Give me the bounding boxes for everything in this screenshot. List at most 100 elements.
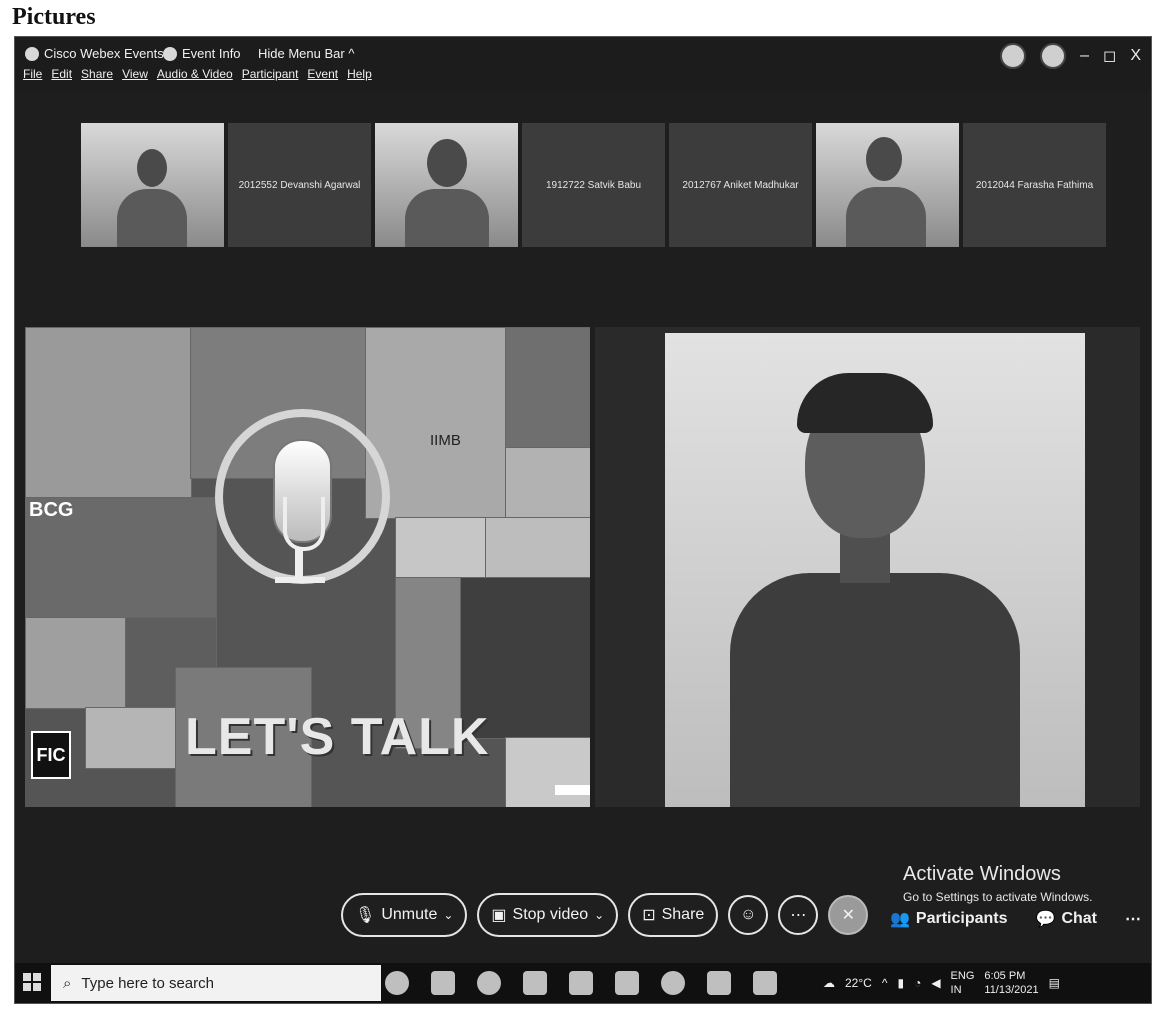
participant-strip: 2012552 Devanshi Agarwal 1912722 Satvik …	[81, 123, 1106, 247]
wifi-icon[interactable]: ◔	[914, 976, 921, 990]
weather-icon[interactable]: ☁	[823, 976, 835, 990]
notifications-icon[interactable]: ▤	[1049, 976, 1060, 990]
more-icon[interactable]: ⋯	[1125, 909, 1141, 929]
participants-button[interactable]: 👥 Participants	[890, 909, 1008, 929]
clock-date: 11/13/2021	[984, 984, 1039, 996]
battery-icon[interactable]: ▮	[897, 976, 904, 990]
mic-muted-icon: 🎙	[355, 907, 376, 924]
fic-logo: FIC	[31, 731, 71, 779]
temperature[interactable]: 22°C	[845, 976, 872, 990]
participant-name: 1912722 Satvik Babu	[545, 179, 642, 191]
participant-tile[interactable]: 2012552 Devanshi Agarwal	[228, 123, 371, 247]
unmute-button[interactable]: 🎙 Unmute ⌄	[341, 893, 468, 937]
menu-view[interactable]: View	[122, 67, 148, 91]
meeting-controls: 🎙 Unmute ⌄ ▣ Stop video ⌄ ⊡ Share ☺ ⋯ ✕	[341, 893, 869, 937]
share-label: Share	[661, 906, 705, 923]
task-view-icon[interactable]	[431, 971, 455, 995]
close-button[interactable]: X	[1130, 47, 1141, 65]
cortana-icon[interactable]	[385, 971, 409, 995]
app-title: Cisco Webex Events	[25, 46, 164, 61]
side-panel-controls: 👥 Participants 💬 Chat ⋯	[890, 909, 1141, 929]
hide-menu-bar-button[interactable]: Hide Menu Bar ^	[258, 46, 354, 61]
window-controls: – ◻ X	[1000, 43, 1141, 69]
windows-taskbar: ⌕ Type here to search ☁ 22°C ^ ▮ ◔ ◀ ENG…	[15, 963, 1151, 1003]
settings-icon[interactable]	[707, 971, 731, 995]
iimb-logo: IIMB	[430, 432, 461, 449]
chat-label: Chat	[1061, 910, 1097, 927]
menu-edit[interactable]: Edit	[51, 67, 72, 91]
menu-bar: File Edit Share View Audio & Video Parti…	[15, 67, 372, 91]
region-label: IN	[950, 984, 962, 996]
collage-photo	[85, 707, 187, 769]
participant-name: 2012552 Devanshi Agarwal	[238, 179, 361, 191]
system-tray: ☁ 22°C ^ ▮ ◔ ◀ ENG IN 6:05 PM 11/13/2021…	[823, 969, 1060, 997]
stop-video-label: Stop video	[512, 906, 589, 923]
more-options-button[interactable]: ⋯	[778, 895, 819, 935]
app-name: Cisco Webex Events	[44, 46, 164, 61]
user-avatar[interactable]	[1000, 43, 1027, 69]
participant-face	[137, 149, 167, 187]
activate-title: Activate Windows	[903, 863, 1061, 885]
active-speaker-video	[665, 333, 1085, 807]
collage-photo	[25, 617, 127, 709]
speaker-shirt	[730, 573, 1020, 807]
menu-help[interactable]: Help	[347, 67, 372, 91]
title-bar: Cisco Webex Events Event Info Hide Menu …	[15, 37, 1151, 93]
unmute-label: Unmute	[381, 906, 438, 923]
menu-share[interactable]: Share	[81, 67, 113, 91]
page-heading: Pictures	[12, 4, 96, 30]
activate-subtitle: Go to Settings to activate Windows.	[903, 890, 1093, 904]
event-info-label: Event Info	[182, 46, 241, 61]
webex-logo-icon	[25, 46, 39, 61]
edge-icon[interactable]	[477, 971, 501, 995]
collage-photo	[505, 327, 590, 449]
chevron-down-icon[interactable]: ⌄	[443, 908, 453, 922]
search-icon: ⌕	[63, 974, 72, 992]
participant-body	[846, 187, 926, 247]
participant-face	[866, 137, 902, 181]
camera-icon: ▣	[491, 907, 507, 924]
file-explorer-icon[interactable]	[523, 971, 547, 995]
share-button[interactable]: ⊡ Share	[628, 893, 719, 937]
leave-meeting-button[interactable]: ✕	[828, 895, 869, 935]
collage-photo	[505, 737, 590, 807]
chat-button[interactable]: 💬 Chat	[1036, 909, 1097, 929]
minimize-button[interactable]: –	[1080, 47, 1089, 65]
windows-start-icon[interactable]	[23, 973, 41, 991]
stop-video-button[interactable]: ▣ Stop video ⌄	[477, 893, 619, 937]
volume-icon[interactable]: ◀	[931, 976, 940, 990]
participant-tile[interactable]	[816, 123, 959, 247]
participant-tile[interactable]: 2012767 Aniket Madhukar	[669, 123, 812, 247]
participant-face	[427, 139, 467, 187]
system-clock[interactable]: 6:05 PM 11/13/2021	[984, 969, 1038, 997]
menu-participant[interactable]: Participant	[242, 67, 299, 91]
shared-content-panel: BCG IIMB LET'S TALK FIC	[25, 327, 590, 807]
menu-file[interactable]: File	[23, 67, 42, 91]
restore-button[interactable]: ◻	[1103, 46, 1116, 66]
mail-icon[interactable]	[615, 971, 639, 995]
collage-photo	[395, 517, 487, 579]
participant-tile[interactable]	[81, 123, 224, 247]
status-avatar[interactable]	[1040, 43, 1067, 69]
ellipsis-icon: ⋯	[790, 907, 807, 924]
collage-photo	[25, 327, 192, 499]
mic-foot	[275, 577, 325, 583]
event-info-button[interactable]: Event Info	[163, 46, 241, 61]
webex-taskbar-icon[interactable]	[753, 971, 777, 995]
lang-indicator[interactable]: ENG IN	[951, 969, 975, 997]
chrome-icon[interactable]	[661, 971, 685, 995]
taskbar-search-box[interactable]: ⌕ Type here to search	[51, 965, 381, 1001]
participant-tile[interactable]	[375, 123, 518, 247]
bcg-logo: BCG	[29, 499, 74, 521]
close-icon: ✕	[841, 907, 856, 924]
chevron-down-icon[interactable]: ⌄	[594, 908, 604, 922]
participant-tile[interactable]: 2012044 Farasha Fathima	[963, 123, 1106, 247]
menu-event[interactable]: Event	[307, 67, 338, 91]
tray-overflow-icon[interactable]: ^	[882, 976, 888, 990]
reactions-button[interactable]: ☺	[728, 895, 769, 935]
menu-audio-video[interactable]: Audio & Video	[157, 67, 233, 91]
participant-tile[interactable]: 1912722 Satvik Babu	[522, 123, 665, 247]
webex-window: Cisco Webex Events Event Info Hide Menu …	[14, 36, 1152, 1004]
participant-name: 2012044 Farasha Fathima	[975, 179, 1094, 191]
store-icon[interactable]	[569, 971, 593, 995]
